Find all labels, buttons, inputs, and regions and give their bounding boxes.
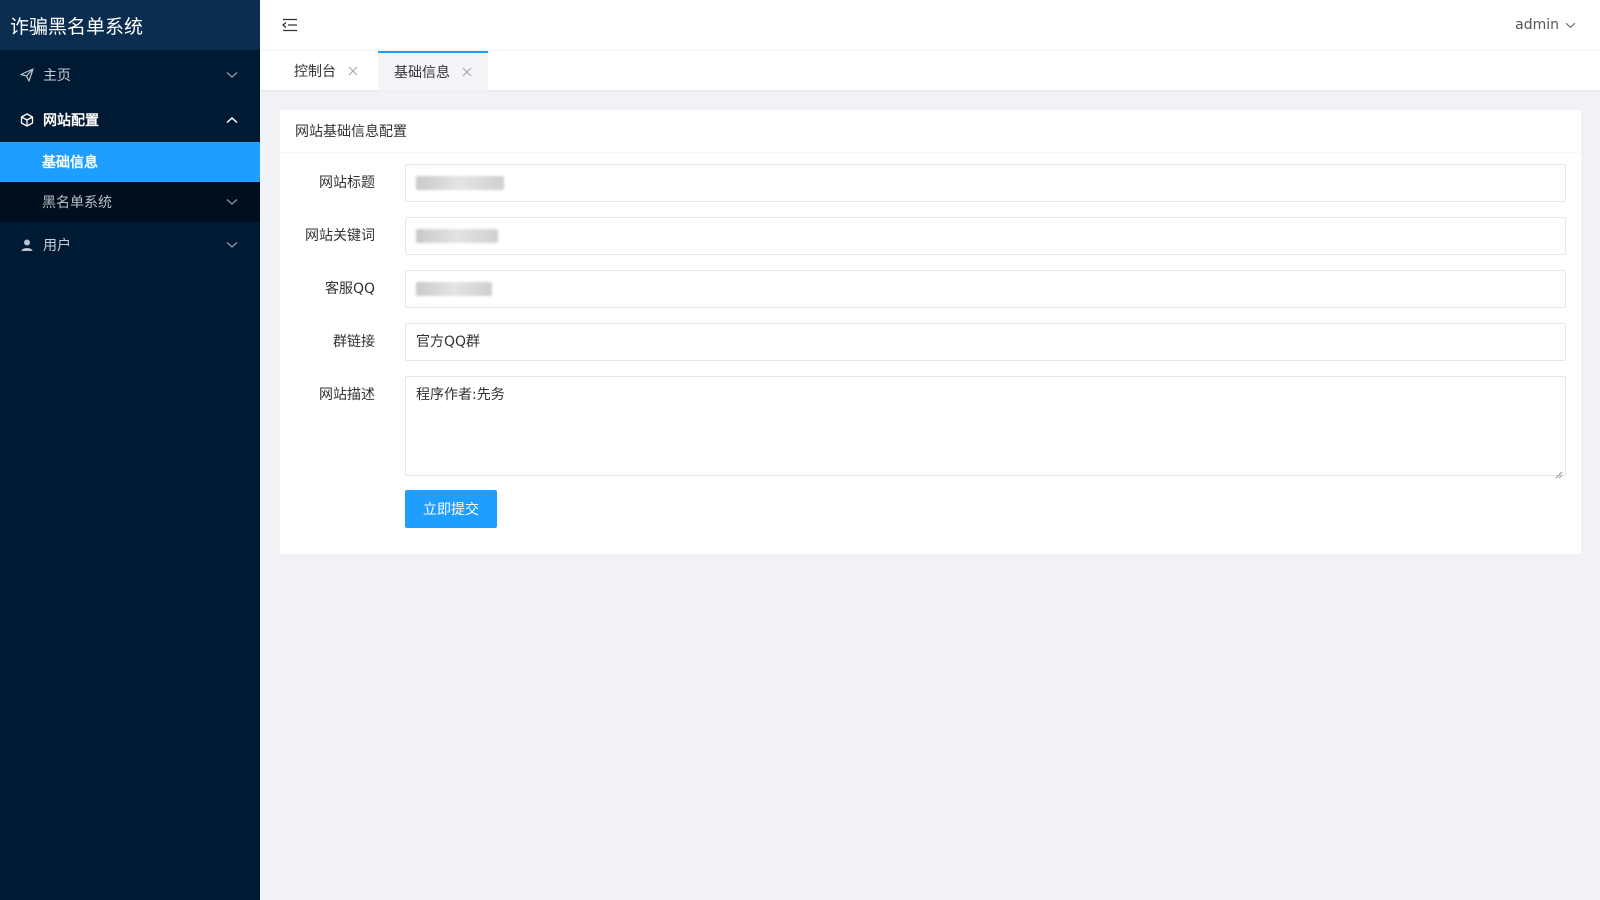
submit-button[interactable]: 立即提交 [405,490,497,528]
form-row-support-qq: 客服QQ [280,270,1566,308]
close-icon[interactable] [348,66,358,76]
tab-label: 控制台 [294,64,336,80]
chevron-down-icon [1565,22,1576,29]
chevron-down-icon [226,69,238,81]
site-keywords-input[interactable] [405,217,1566,255]
sidebar-item-label: 网站配置 [43,112,99,129]
user-icon [20,238,34,252]
config-card: 网站基础信息配置 网站标题 网站关键词 客服QQ 群链接 官方QQ群 网站描述 … [280,110,1581,554]
textarea-value: 程序作者:先务 [416,387,505,403]
menu-fold-icon[interactable] [280,15,300,35]
username: admin [1515,17,1559,33]
close-icon[interactable] [462,67,472,77]
form-row-site-keywords: 网站关键词 [280,217,1566,255]
form-row-site-title: 网站标题 [280,164,1566,202]
form-row-group-link: 群链接 官方QQ群 [280,323,1566,361]
cube-icon [20,112,34,127]
tab-basic-info[interactable]: 基础信息 [378,51,488,91]
tab-console[interactable]: 控制台 [260,51,378,91]
sidebar: 诈骗黑名单系统 主页 网站配置 基础信息 黑名单系统 用户 [0,0,260,900]
resize-handle-icon[interactable] [1555,465,1563,479]
redacted-value [416,229,498,243]
card-title: 网站基础信息配置 [280,110,1581,153]
support-qq-input[interactable] [405,270,1566,308]
field-label: 网站标题 [319,175,375,191]
chevron-down-icon [226,194,238,210]
user-menu[interactable]: admin [1515,17,1576,33]
tab-label: 基础信息 [394,65,450,81]
sidebar-item-site-config[interactable]: 网站配置 [0,97,260,142]
top-header: admin [260,0,1600,50]
sidebar-item-home[interactable]: 主页 [0,52,260,97]
chevron-up-icon [226,114,238,126]
site-description-textarea[interactable]: 程序作者:先务 [405,376,1566,479]
redacted-value [416,282,492,296]
sidebar-item-basic-info[interactable]: 基础信息 [0,142,260,182]
sidebar-item-users[interactable]: 用户 [0,222,260,267]
sidebar-item-label: 用户 [43,237,71,254]
sidebar-item-label: 主页 [43,67,71,84]
app-title: 诈骗黑名单系统 [0,0,260,50]
tab-bar: 控制台 基础信息 [260,50,1600,91]
redacted-value [416,176,504,190]
field-label: 网站关键词 [305,228,375,244]
sidebar-item-blacklist-system[interactable]: 黑名单系统 [0,182,260,222]
field-label: 群链接 [333,334,375,350]
site-title-input[interactable] [405,164,1566,202]
paper-plane-icon [20,67,34,82]
sidebar-submenu: 基础信息 黑名单系统 [0,142,260,222]
field-label: 网站描述 [319,387,375,403]
form-row-site-description: 网站描述 程序作者:先务 [280,376,1566,479]
group-link-input[interactable]: 官方QQ群 [405,323,1566,361]
chevron-down-icon [226,239,238,251]
field-label: 客服QQ [324,281,375,297]
